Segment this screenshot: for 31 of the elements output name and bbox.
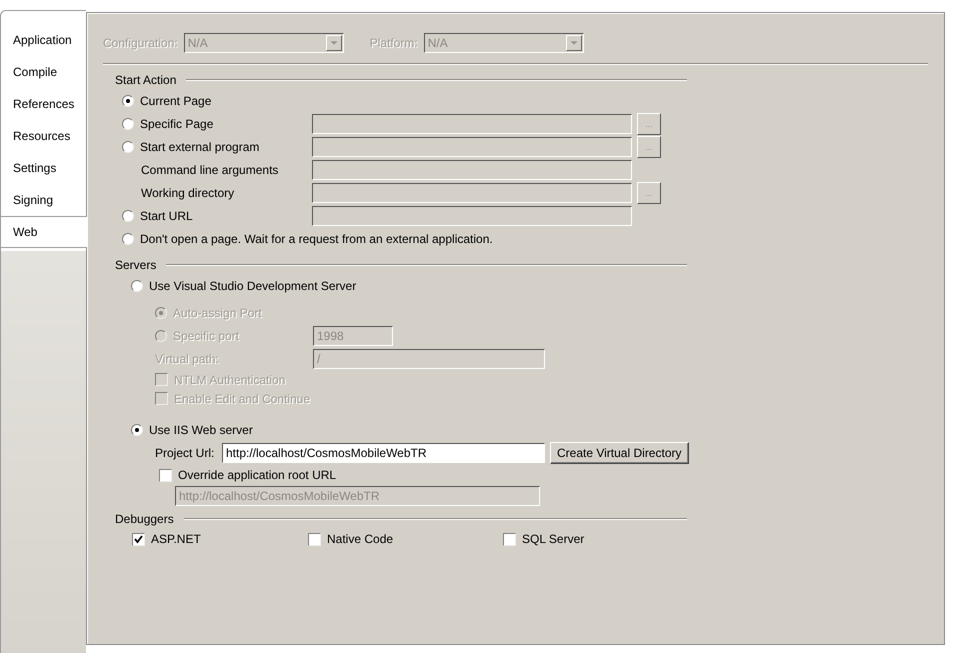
option-label: Working directory bbox=[141, 186, 234, 200]
radio-button[interactable] bbox=[131, 280, 143, 292]
option-label: Override application root URL bbox=[178, 468, 336, 482]
option-label: Command line arguments bbox=[141, 162, 278, 176]
option-label: ASP.NET bbox=[151, 532, 201, 546]
radio-button[interactable] bbox=[122, 140, 134, 152]
radio-button[interactable] bbox=[122, 210, 134, 222]
option-label: Use IIS Web server bbox=[149, 422, 253, 436]
radio-button[interactable] bbox=[131, 424, 143, 436]
section-heading: Start Action bbox=[115, 73, 176, 87]
option-label: Native Code bbox=[327, 532, 394, 546]
section-heading: Debuggers bbox=[115, 512, 174, 526]
option-label: Use Visual Studio Development Server bbox=[149, 278, 356, 292]
checkbox[interactable] bbox=[132, 532, 145, 546]
radio-button[interactable] bbox=[122, 94, 134, 106]
url-field[interactable]: http://localhost/CosmosMobileWebTR bbox=[222, 442, 545, 462]
option-label: Specific Page bbox=[140, 116, 214, 130]
option-label: Current Page bbox=[140, 94, 212, 108]
tab[interactable]: Web bbox=[1, 216, 87, 248]
checkbox[interactable] bbox=[308, 532, 321, 546]
section-heading: Servers bbox=[115, 258, 156, 272]
radio-button[interactable] bbox=[122, 118, 134, 130]
radio-button[interactable] bbox=[122, 232, 134, 244]
create-virtual-directory-button[interactable]: Create Virtual Directory bbox=[550, 442, 688, 464]
checkbox[interactable] bbox=[159, 468, 172, 482]
option-label: Start external program bbox=[140, 140, 260, 154]
checkbox[interactable] bbox=[503, 532, 516, 546]
option-label: SQL Server bbox=[522, 532, 584, 546]
option-label: Start URL bbox=[140, 208, 193, 222]
option-label: Don't open a page. Wait for a request from an external application. bbox=[140, 232, 493, 246]
field-label: Project Url: bbox=[155, 446, 214, 460]
